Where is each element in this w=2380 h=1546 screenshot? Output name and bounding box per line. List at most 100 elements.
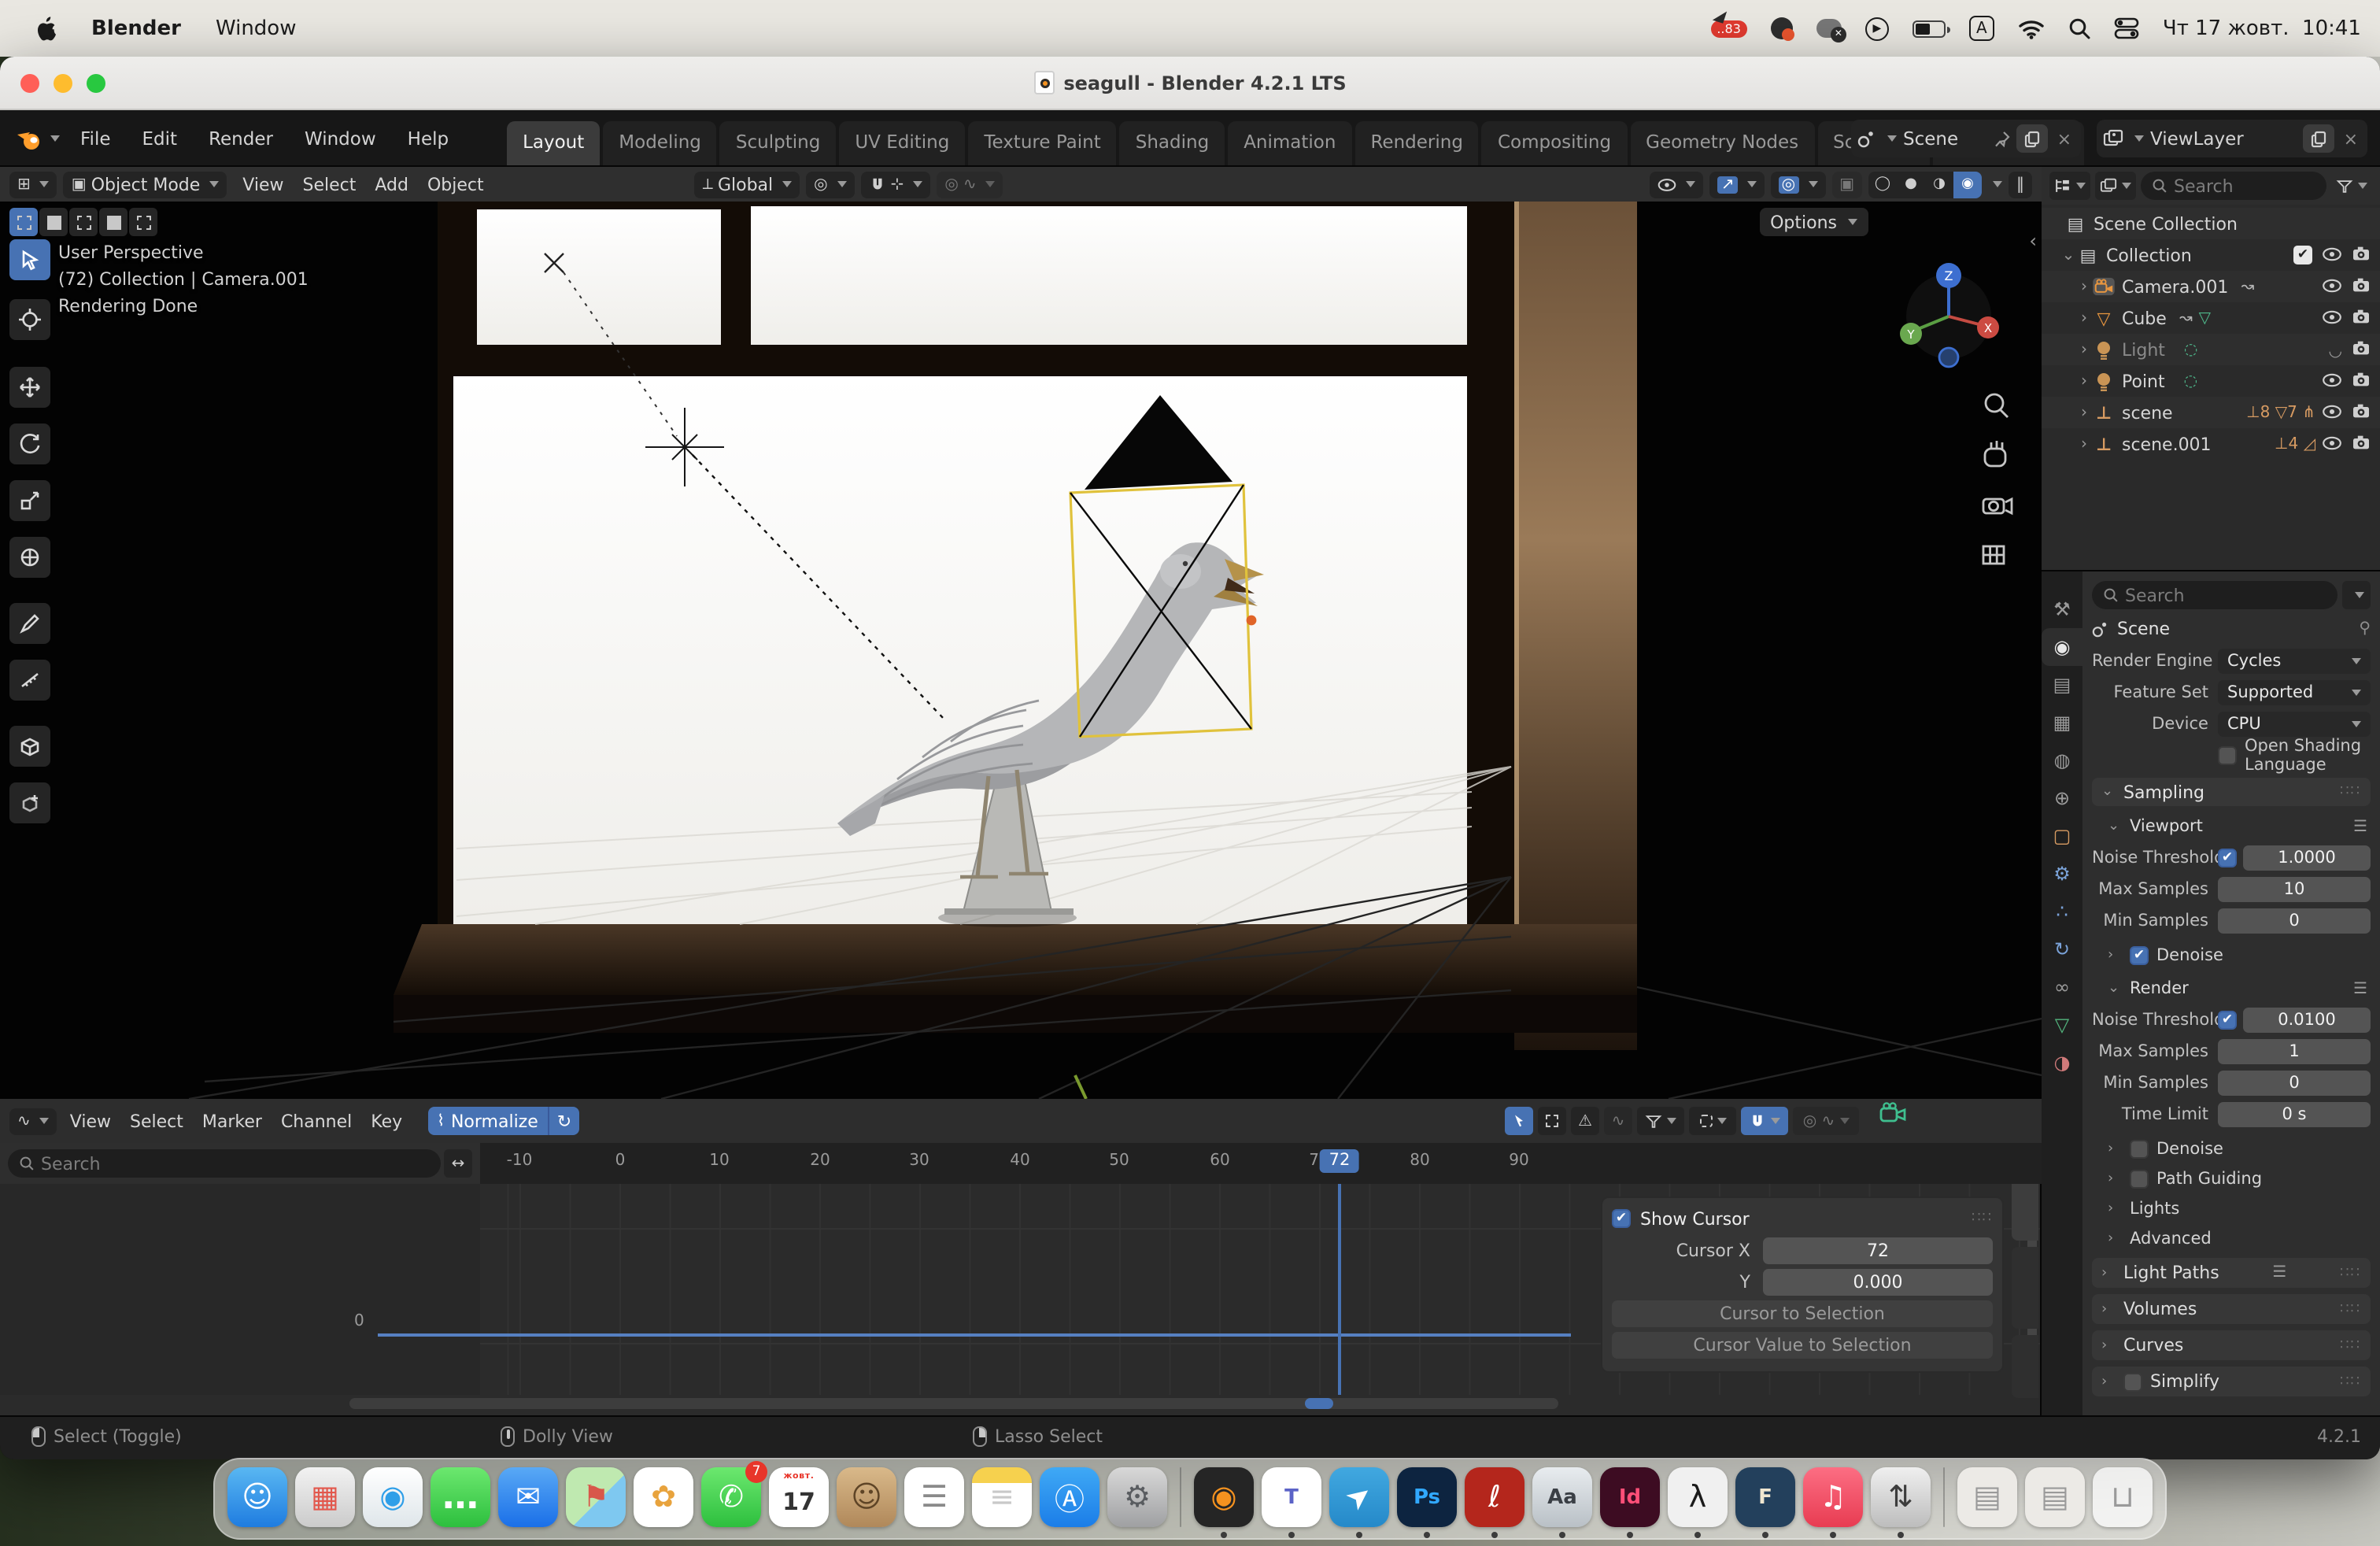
object-name[interactable]: Camera.001 (2122, 276, 2228, 297)
disable-in-renders-toggle[interactable] (2352, 434, 2371, 454)
tool-annotate[interactable] (9, 603, 50, 644)
viewport-max-samples-field[interactable]: 10 (2218, 876, 2371, 901)
dock-app-icon[interactable]: Ⓐ (1040, 1467, 1099, 1527)
shading-wireframe-button[interactable]: ◯ (1868, 171, 1897, 198)
topbar-menu-item[interactable]: Window (290, 121, 390, 156)
hide-in-viewport-toggle[interactable]: ◡ (2322, 402, 2342, 423)
pin-icon[interactable] (1994, 130, 2010, 147)
window-titlebar[interactable]: seagull - Blender 4.2.1 LTS (0, 57, 2380, 110)
expander-icon[interactable]: › (2076, 404, 2092, 421)
outliner-row[interactable]: ⌄ ▤ ▽ ⊥ Collection ◡ (2042, 239, 2380, 271)
expander-icon[interactable]: › (2076, 341, 2092, 358)
wifi-icon[interactable] (2018, 18, 2045, 39)
battery-icon[interactable] (1913, 20, 1946, 37)
select-mode-subtract[interactable] (99, 208, 128, 236)
hide-in-viewport-toggle[interactable]: ◡ (2329, 339, 2342, 360)
properties-panel-header[interactable]: › Simplify ∷∷ (2092, 1367, 2371, 1396)
dock-app-icon[interactable]: … (431, 1467, 490, 1527)
render-noise-threshold-checkbox[interactable] (2218, 1010, 2237, 1029)
filter-invert-toggle[interactable]: ↔ (444, 1149, 472, 1178)
close-window-button[interactable] (20, 74, 39, 93)
menubar-clock[interactable]: Чт 17 жовт. 10:41 (2163, 17, 2361, 40)
vpn-status-icon[interactable] (1771, 17, 1793, 39)
panel-drag-handle[interactable]: ∷∷ (2340, 1337, 2361, 1353)
snap-toggle[interactable]: ⊹ (861, 171, 931, 198)
filter-dropdown[interactable] (1637, 1107, 1684, 1135)
snap-dropdown[interactable] (1741, 1107, 1788, 1135)
shading-rendered-button[interactable]: ◉ (1953, 171, 1982, 198)
render-subpanel-header[interactable]: ⌄Render☰ (2092, 976, 2371, 1001)
dock-app-icon[interactable]: ✉ (498, 1467, 558, 1527)
properties-panel-header[interactable]: › Volumes ∷∷ (2092, 1294, 2371, 1324)
dock-app-icon[interactable]: ☺ (227, 1467, 287, 1527)
timeline-ruler[interactable]: -100102030405060708090 (480, 1143, 2042, 1184)
xray-toggle[interactable]: ▣ (1831, 171, 1862, 198)
viewport-3d[interactable]: ⊞ ▣Object Mode ViewSelectAddObject ⟂Glob… (0, 167, 2042, 1099)
unlink-scene-button[interactable]: × (2054, 128, 2075, 149)
advanced-panel[interactable]: ›Advanced (2092, 1226, 2371, 1252)
hide-in-viewport-toggle[interactable]: ◡ (2322, 308, 2342, 328)
remove-viewlayer-button[interactable]: × (2341, 128, 2361, 149)
properties-tab[interactable]: ▤ (2042, 666, 2082, 704)
path-guiding-panel[interactable]: ›Path Guiding (2092, 1167, 2371, 1192)
dock-app-icon[interactable]: Id (1600, 1467, 1660, 1527)
overlays-toggle[interactable]: ◎ (1771, 171, 1825, 198)
panel-drag-handle[interactable]: ∷∷ (2340, 1301, 2361, 1317)
outliner-row[interactable]: › ▤ ▽ ⊥ Camera.001 ↝ ◡ (2042, 271, 2380, 302)
tool-cursor[interactable] (9, 299, 50, 340)
dock-app-icon[interactable]: Ps (1397, 1467, 1457, 1527)
mode-selector[interactable]: ▣Object Mode (64, 171, 227, 198)
apple-logo-icon[interactable] (35, 16, 57, 41)
editor-type-selector[interactable]: ⊞ (9, 171, 57, 198)
properties-tab[interactable]: ◍ (2042, 742, 2082, 779)
dock-app-icon[interactable] (1943, 1467, 1945, 1527)
outliner-row[interactable]: › ▤ ▽ ⊥ Cube ↝ ▽ ◡ (2042, 302, 2380, 334)
expander-icon[interactable]: › (2076, 278, 2092, 295)
properties-tab[interactable]: ▦ (2042, 704, 2082, 742)
topbar-menu-item[interactable]: Render (194, 121, 287, 156)
menubar-window-menu[interactable]: Window (216, 17, 297, 40)
new-viewlayer-button[interactable] (2303, 124, 2334, 153)
expander-icon[interactable]: ⌄ (2060, 246, 2076, 264)
select-mode-extend[interactable] (69, 208, 98, 236)
properties-tab[interactable]: ◑ (2042, 1044, 2082, 1082)
object-name[interactable]: Point (2122, 371, 2165, 391)
properties-tab[interactable]: ⚙ (2042, 855, 2082, 893)
hide-in-viewport-toggle[interactable]: ◡ (2322, 371, 2342, 391)
lights-panel[interactable]: ›Lights (2092, 1196, 2371, 1222)
object-name[interactable]: Cube (2122, 308, 2167, 328)
pivot-point-dropdown[interactable] (1689, 1107, 1736, 1135)
show-errors-toggle[interactable]: ⚠ (1571, 1107, 1599, 1135)
dock-app-icon[interactable]: ✿ (634, 1467, 693, 1527)
normalize-auto-refresh[interactable]: ↻ (548, 1107, 579, 1135)
options-dropdown[interactable]: Options (1759, 208, 1868, 236)
pivot-point-selector[interactable]: ◎ (806, 171, 854, 198)
input-source-icon[interactable]: A (1969, 16, 1994, 41)
properties-tab[interactable]: ∞ (2042, 968, 2082, 1006)
dock-app-icon[interactable]: ◉ (363, 1467, 423, 1527)
gizmos-toggle[interactable]: ↗ (1710, 171, 1765, 198)
viewport-menu-item[interactable]: Add (365, 174, 418, 194)
gizmo-y-axis[interactable]: Y (1906, 327, 1915, 342)
pause-render-button[interactable]: ‖ (2009, 171, 2032, 198)
graph-editor[interactable]: ∿ ViewSelectMarkerChannelKey ⌇Normalize … (0, 1099, 2042, 1417)
outliner-filter-images[interactable] (2095, 172, 2136, 200)
zoom-window-button[interactable] (87, 74, 105, 93)
outliner-row[interactable]: › ▤ ▽ ⊥ scene.001 ⊥4 ◿ ◡ (2042, 428, 2380, 460)
sidebar-tab-modifiers[interactable] (2012, 1335, 2038, 1398)
dock-app-icon[interactable]: λ (1668, 1467, 1728, 1527)
dock-app-icon[interactable]: ➤ (1329, 1467, 1389, 1527)
sampling-panel-header[interactable]: ⌄Sampling∷∷ (2092, 778, 2371, 806)
panel-drag-handle[interactable]: ∷∷ (2340, 1374, 2361, 1389)
show-object-types-dropdown[interactable] (1650, 171, 1704, 198)
cursor-value-to-selection-button[interactable]: Cursor Value to Selection (1612, 1332, 1993, 1359)
viewlayer-selector[interactable]: ViewLayer × (2097, 120, 2367, 157)
tool-add-cube[interactable] (9, 726, 50, 767)
properties-search-input[interactable]: Search (2092, 581, 2338, 609)
properties-tab[interactable]: ▽ (2042, 1006, 2082, 1044)
dock-app-icon[interactable]: ⇅ (1871, 1467, 1931, 1527)
dock-app-icon[interactable]: ⚙ (1107, 1467, 1167, 1527)
gizmo-x-axis[interactable]: X (1984, 321, 1992, 335)
object-name[interactable]: scene (2122, 402, 2173, 423)
properties-tab[interactable]: ⚒ (2042, 590, 2082, 628)
